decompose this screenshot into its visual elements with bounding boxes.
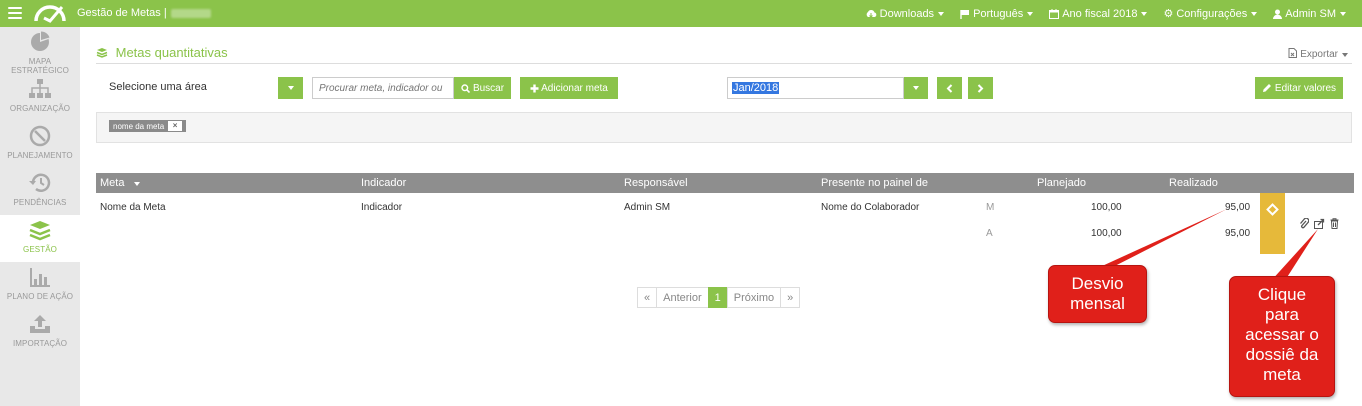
callout-dossie: Clique para acessar o dossiê da meta: [1229, 276, 1335, 397]
desvio-arrow: [1089, 209, 1227, 272]
dossie-arrow: [1270, 229, 1318, 282]
callout-desvio-text: Desvio mensal: [1070, 274, 1125, 313]
callout-desvio-mensal: Desvio mensal: [1048, 265, 1147, 323]
callout-arrows: [1089, 209, 1318, 282]
callout-dossie-text: Clique para acessar o dossiê da meta: [1245, 285, 1319, 384]
